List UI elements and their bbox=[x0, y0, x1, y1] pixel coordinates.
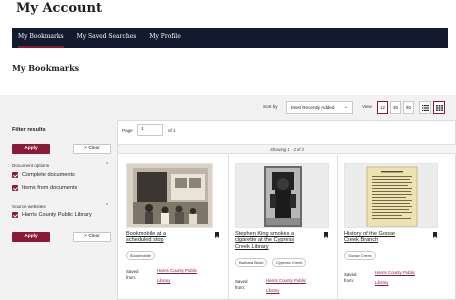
card-thumbnail[interactable] bbox=[126, 163, 213, 228]
saved-from-line: Saved bbox=[344, 272, 357, 277]
card-thumbnail[interactable] bbox=[344, 163, 438, 228]
saved-from-label: Saved from: bbox=[126, 269, 138, 280]
saved-from-line: Saved bbox=[235, 279, 248, 284]
tab-my-bookmarks[interactable]: My Bookmarks bbox=[18, 28, 64, 48]
apply-button[interactable]: Apply bbox=[12, 144, 50, 154]
checkbox-complete-documents[interactable]: Complete documents bbox=[12, 172, 75, 178]
source-link-line: Harris County Public bbox=[266, 278, 307, 283]
card-thumbnail[interactable] bbox=[235, 163, 329, 228]
card-title-link[interactable]: History of the Goose Creek Branch bbox=[344, 231, 424, 244]
checkbox-label: Items from documents bbox=[22, 185, 78, 191]
document-options-label: Document options bbox=[12, 163, 50, 168]
view-label: View bbox=[362, 104, 372, 109]
stephen-king-photo bbox=[236, 164, 328, 227]
page-label: Page bbox=[122, 128, 133, 133]
checkbox-checked-icon bbox=[12, 172, 18, 178]
sort-select-value: Most Recently Added bbox=[291, 105, 335, 110]
bookmobile-photo bbox=[127, 164, 212, 227]
card-title-line: scheduled stop bbox=[126, 237, 164, 244]
source-link-line: Harris County Public bbox=[157, 268, 198, 273]
account-navbar: My Bookmarks My Saved Searches My Profil… bbox=[12, 28, 448, 48]
column-divider bbox=[228, 155, 229, 300]
card-title-line: Creek Branch bbox=[344, 237, 379, 244]
source-link[interactable]: Harris County Public Library bbox=[157, 266, 197, 286]
clear-label: Clear bbox=[88, 146, 100, 151]
tag[interactable]: Cypress Creek bbox=[272, 258, 307, 267]
checkbox-checked-icon bbox=[12, 185, 18, 191]
checkbox-label: Harris County Public Library bbox=[22, 212, 92, 218]
view-12-button[interactable]: 12 bbox=[377, 101, 388, 114]
grid-view-button[interactable] bbox=[433, 101, 445, 114]
source-link-line: Library bbox=[157, 278, 171, 283]
checkbox-label: Complete documents bbox=[22, 172, 75, 178]
clear-label: Clear bbox=[88, 234, 100, 239]
saved-from-line: from: bbox=[126, 274, 137, 280]
source-link[interactable]: Harris County Public Library bbox=[375, 268, 415, 288]
source-websites-label: Source websites bbox=[12, 204, 46, 209]
bookmark-icon[interactable] bbox=[433, 232, 437, 238]
view-30-button[interactable]: 30 bbox=[390, 101, 401, 114]
grid-view-icon bbox=[436, 105, 443, 111]
chevron-up-icon[interactable]: ⌃ bbox=[105, 162, 109, 168]
source-link-line: Harris County Public bbox=[375, 270, 416, 275]
bookmark-icon[interactable] bbox=[324, 232, 328, 238]
tab-my-saved-searches[interactable]: My Saved Searches bbox=[77, 28, 137, 48]
page-number-input[interactable]: 1 bbox=[137, 124, 163, 136]
saved-from-line: from: bbox=[344, 277, 355, 283]
chevron-up-icon[interactable]: ⌃ bbox=[105, 203, 109, 209]
sort-select[interactable]: Most Recently Added ⌄ bbox=[286, 101, 353, 114]
clear-button[interactable]: × Clear bbox=[73, 144, 111, 154]
results-count: Showing 1 - 3 of 3 bbox=[118, 144, 456, 154]
source-link-line: Library bbox=[375, 280, 389, 285]
card-title-link[interactable]: Bookmobile at a scheduled stop bbox=[126, 231, 206, 244]
column-divider bbox=[337, 155, 338, 300]
checkbox-items-from-documents[interactable]: Items from documents bbox=[12, 185, 77, 191]
saved-from-label: Saved from: bbox=[235, 279, 247, 290]
saved-from-label: Saved from: bbox=[344, 272, 356, 283]
page-title: My Account bbox=[16, 1, 102, 16]
page-total: of 1 bbox=[168, 128, 176, 133]
sort-label: Sort by bbox=[263, 104, 278, 109]
list-view-icon bbox=[422, 105, 429, 111]
tab-my-profile[interactable]: My Profile bbox=[149, 28, 180, 48]
filter-results-title: Filter results bbox=[12, 127, 46, 133]
card-title-line: Creek Library bbox=[235, 243, 269, 250]
section-heading: My Bookmarks bbox=[12, 63, 80, 73]
source-link-line: Library bbox=[266, 288, 280, 293]
tag[interactable]: Barbara Bush bbox=[235, 258, 268, 267]
saved-from-line: from: bbox=[235, 284, 246, 290]
apply-button[interactable]: Apply bbox=[12, 232, 50, 242]
checkbox-checked-icon bbox=[12, 212, 18, 218]
chevron-down-icon: ⌄ bbox=[343, 104, 348, 110]
tag[interactable]: Bookmobile bbox=[126, 251, 155, 260]
saved-from-line: Saved bbox=[126, 269, 139, 274]
document-photo bbox=[345, 164, 437, 227]
source-link[interactable]: Harris County Public Library bbox=[266, 276, 306, 296]
tag[interactable]: Goose Creek bbox=[344, 251, 376, 260]
card-title-link[interactable]: Stephen King smokes a cigarette at the C… bbox=[235, 231, 325, 250]
list-view-button[interactable] bbox=[419, 101, 431, 114]
bookmark-icon[interactable] bbox=[215, 232, 219, 238]
view-90-button[interactable]: 90 bbox=[403, 101, 414, 114]
clear-button[interactable]: × Clear bbox=[73, 232, 111, 242]
checkbox-harris-county[interactable]: Harris County Public Library bbox=[12, 212, 92, 218]
